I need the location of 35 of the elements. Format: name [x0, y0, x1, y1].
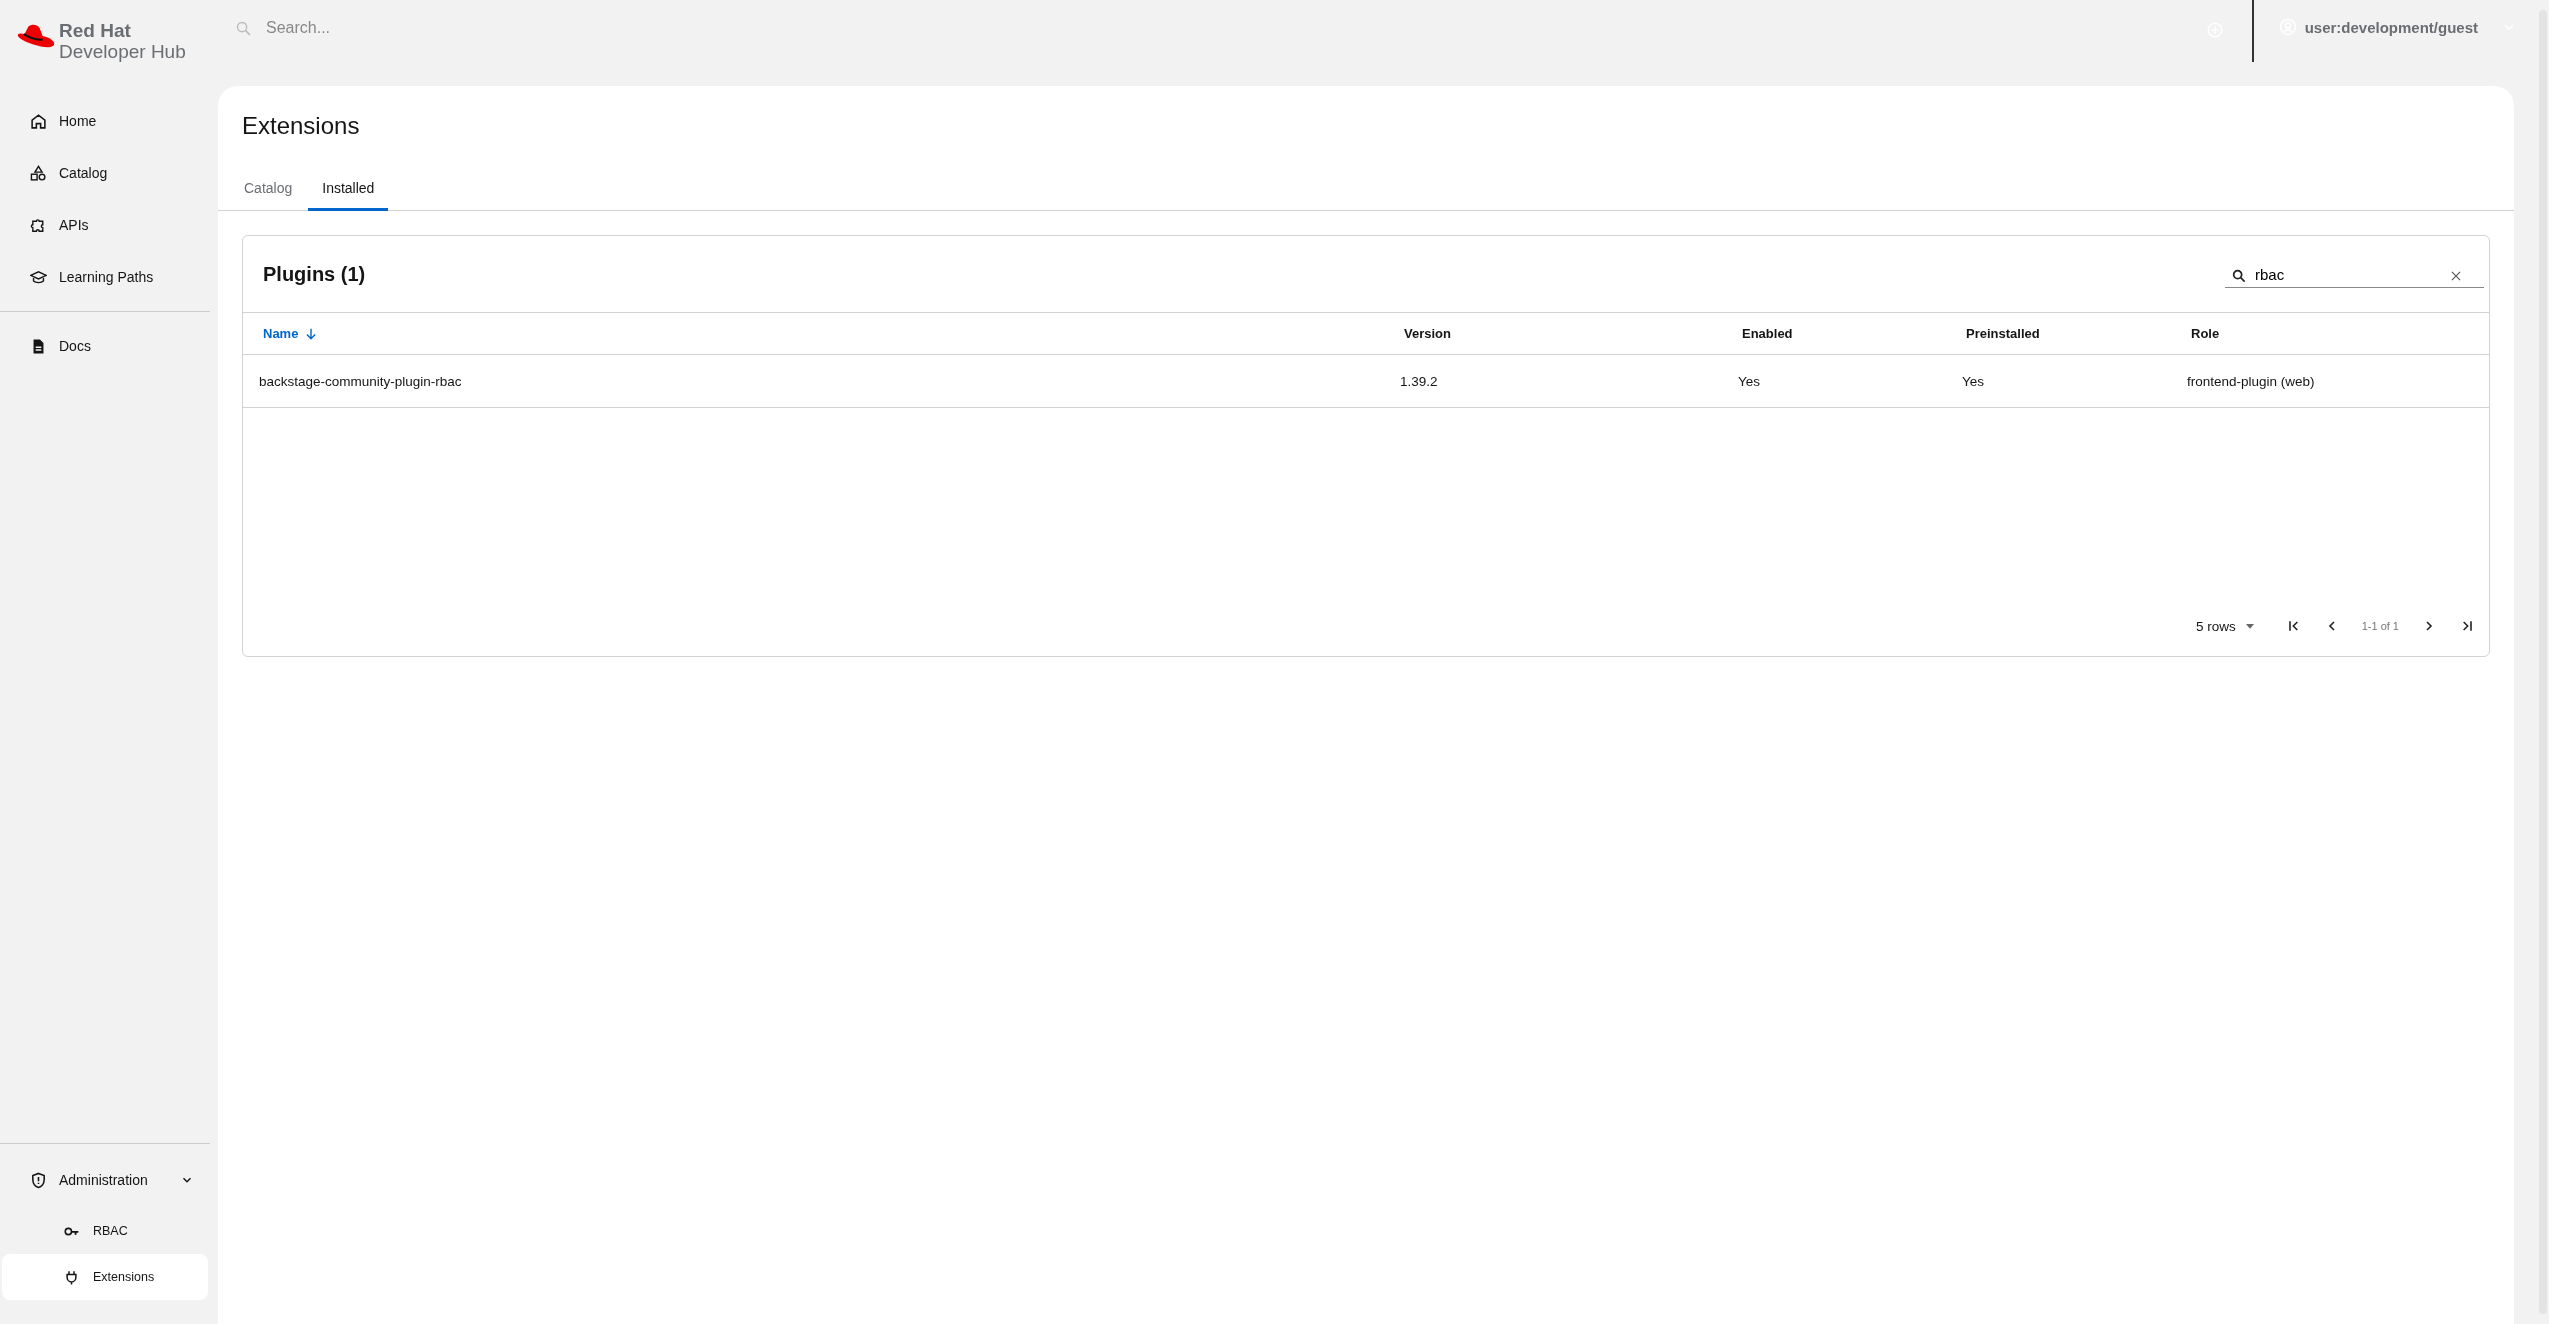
sidebar-item[interactable]: Home — [2, 95, 208, 147]
home-icon — [30, 112, 47, 130]
column-header[interactable]: Name — [243, 326, 1384, 341]
table-cell-text: 1.39.2 — [1399, 373, 1439, 389]
column-header[interactable]: Role — [2171, 326, 2489, 341]
hat-icon — [17, 22, 55, 50]
search-field[interactable]: Search... — [264, 18, 668, 38]
tab[interactable]: Installed — [308, 170, 389, 211]
user-menu[interactable]: user:development/guest — [2278, 18, 2517, 36]
table-title: Plugins (1) — [263, 262, 366, 286]
sidebar-item[interactable]: RBAC — [2, 1208, 208, 1254]
sidebar-item[interactable]: Administration — [2, 1152, 208, 1208]
logo-subtitle: Developer Hub — [59, 41, 186, 62]
tab[interactable]: Catalog — [230, 170, 307, 211]
sidebar-item[interactable]: Docs — [2, 320, 208, 372]
sidebar-item[interactable]: Learning Paths — [2, 251, 208, 303]
search-icon — [235, 19, 252, 37]
logo-title: Red Hat — [59, 20, 132, 41]
rows-per-page-select[interactable]: 5 rows — [2195, 618, 2258, 634]
table-cell-text: Yes — [1737, 373, 1762, 389]
sidebar-item[interactable]: APIs — [2, 199, 208, 251]
table-cell-text: Yes — [1961, 373, 1986, 389]
table-cell-text: frontend-plugin (web) — [2186, 373, 2316, 389]
page-title: Extensions — [241, 111, 361, 141]
page-range: 1-1 of 1 — [2361, 620, 2399, 632]
column-header[interactable]: Version — [1384, 326, 1722, 341]
column-header[interactable]: Preinstalled — [1946, 326, 2171, 341]
sidebar-item[interactable]: Catalog — [2, 147, 208, 199]
cap-icon — [30, 268, 47, 286]
shapes-icon — [30, 164, 47, 182]
table-cell-text: backstage-community-plugin-rbac — [258, 373, 463, 389]
sidebar-item[interactable]: Extensions — [2, 1254, 208, 1300]
close-icon[interactable] — [2449, 269, 2463, 283]
column-header[interactable]: Enabled — [1722, 326, 1946, 341]
shield-icon — [30, 1171, 47, 1189]
